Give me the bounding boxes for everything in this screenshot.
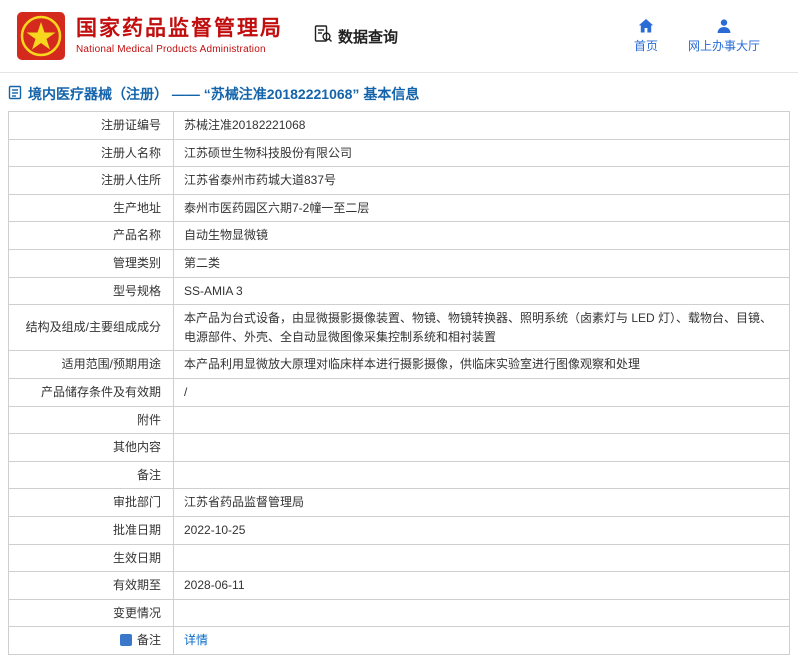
table-row: 结构及组成/主要组成成分 本产品为台式设备，由显微摄影摄像装置、物镜、物镜转换器、… [8, 304, 790, 352]
data-query-icon [313, 24, 333, 48]
row-label: 注册人名称 [8, 138, 174, 168]
table-row: 备注 详情 [8, 626, 790, 655]
row-label: 注册证编号 [8, 111, 174, 140]
agency-name-en: National Medical Products Administration [76, 44, 266, 56]
table-row: 管理类别 第二类 [8, 248, 790, 278]
row-value: 苏械注准20182221068 [173, 111, 790, 140]
row-value: 2028-06-11 [173, 571, 790, 600]
section-title-bar: 境内医疗器械（注册） —— “苏械注准20182221068” 基本信息 [0, 73, 798, 111]
row-value: 本产品利用显微放大原理对临床样本进行摄影摄像，供临床实验室进行图像观察和处理 [173, 350, 790, 379]
row-label: 附件 [8, 405, 174, 435]
table-row: 变更情况 [8, 598, 790, 628]
row-label: 管理类别 [8, 248, 174, 278]
table-row: 产品储存条件及有效期 / [8, 377, 790, 407]
row-label: 其他内容 [8, 433, 174, 462]
online-hall-nav[interactable]: 网上办事大厅 [688, 18, 760, 54]
note-icon [119, 634, 132, 647]
info-table-body: 注册证编号 苏械注准20182221068 注册人名称 江苏硕世生物科技股份有限公司注… [8, 111, 790, 655]
home-icon [638, 18, 654, 34]
row-label: 型号规格 [8, 276, 174, 306]
table-row: 型号规格 SS-AMIA 3 [8, 276, 790, 306]
row-value: 江苏硕世生物科技股份有限公司 [173, 138, 790, 168]
row-label: 产品储存条件及有效期 [8, 377, 174, 407]
table-row: 有效期至 2028-06-11 [8, 571, 790, 600]
table-row: 其他内容 [8, 433, 790, 462]
row-value: 自动生物显微镜 [173, 221, 790, 250]
row-label: 注册人住所 [8, 166, 174, 195]
row-value: 第二类 [173, 248, 790, 278]
document-icon [8, 85, 22, 103]
page-header: 国家药品监督管理局 National Medical Products Admi… [0, 0, 798, 73]
row-label: 批准日期 [8, 515, 174, 545]
row-value [173, 598, 790, 628]
registration-info-table: 注册证编号 苏械注准20182221068 注册人名称 江苏硕世生物科技股份有限公司注… [8, 111, 790, 655]
row-value: / [173, 377, 790, 407]
agency-name-cn: 国家药品监督管理局 [76, 16, 283, 40]
detail-link[interactable]: 详情 [184, 633, 208, 647]
data-query-nav[interactable]: 数据查询 [313, 24, 398, 48]
table-row: 备注 [8, 460, 790, 490]
row-value [173, 543, 790, 573]
row-label: 生效日期 [8, 543, 174, 573]
table-row: 附件 [8, 405, 790, 435]
row-label: 适用范围/预期用途 [8, 350, 174, 379]
header-right-nav: 首页 网上办事大厅 [634, 18, 780, 54]
table-row: 生效日期 [8, 543, 790, 573]
row-label: 审批部门 [8, 488, 174, 517]
row-value [173, 433, 790, 462]
row-value: 2022-10-25 [173, 515, 790, 545]
home-label: 首页 [633, 39, 658, 53]
row-label: 备注 [8, 460, 174, 490]
row-value: 江苏省药品监督管理局 [173, 488, 790, 517]
table-row: 产品名称 自动生物显微镜 [8, 221, 790, 250]
row-value: 江苏省泰州市药城大道837号 [173, 166, 790, 195]
table-row: 生产地址 泰州市医药园区六期7-2幢一至二层 [8, 193, 790, 223]
table-row: 注册人住所 江苏省泰州市药城大道837号 [8, 166, 790, 195]
row-label: 变更情况 [8, 598, 174, 628]
home-nav[interactable]: 首页 [634, 18, 658, 54]
table-row: 注册人名称 江苏硕世生物科技股份有限公司 [8, 138, 790, 168]
national-emblem-logo [16, 11, 66, 61]
row-label: 结构及组成/主要组成成分 [8, 304, 174, 352]
table-row: 注册证编号 苏械注准20182221068 [8, 111, 790, 140]
row-value: SS-AMIA 3 [173, 276, 790, 306]
table-row: 适用范围/预期用途 本产品利用显微放大原理对临床样本进行摄影摄像，供临床实验室进行… [8, 350, 790, 379]
row-value: 泰州市医药园区六期7-2幢一至二层 [173, 193, 790, 223]
page-title: 境内医疗器械（注册） —— “苏械注准20182221068” 基本信息 [28, 86, 420, 102]
row-value [173, 405, 790, 435]
row-value [173, 460, 790, 490]
row-value: 本产品为台式设备，由显微摄影摄像装置、物镜、物镜转换器、照明系统（卤素灯与 LE… [173, 304, 790, 352]
row-value: 详情 [173, 626, 790, 655]
row-label: 产品名称 [8, 221, 174, 250]
online-hall-label: 网上办事大厅 [687, 39, 760, 53]
agency-title-block: 国家药品监督管理局 National Medical Products Admi… [76, 17, 283, 55]
table-row: 审批部门 江苏省药品监督管理局 [8, 488, 790, 517]
row-label: 备注 [8, 626, 174, 655]
row-label: 有效期至 [8, 571, 174, 600]
table-row: 批准日期 2022-10-25 [8, 515, 790, 545]
data-query-label: 数据查询 [338, 28, 399, 46]
person-icon [716, 18, 732, 34]
row-label: 生产地址 [8, 193, 174, 223]
